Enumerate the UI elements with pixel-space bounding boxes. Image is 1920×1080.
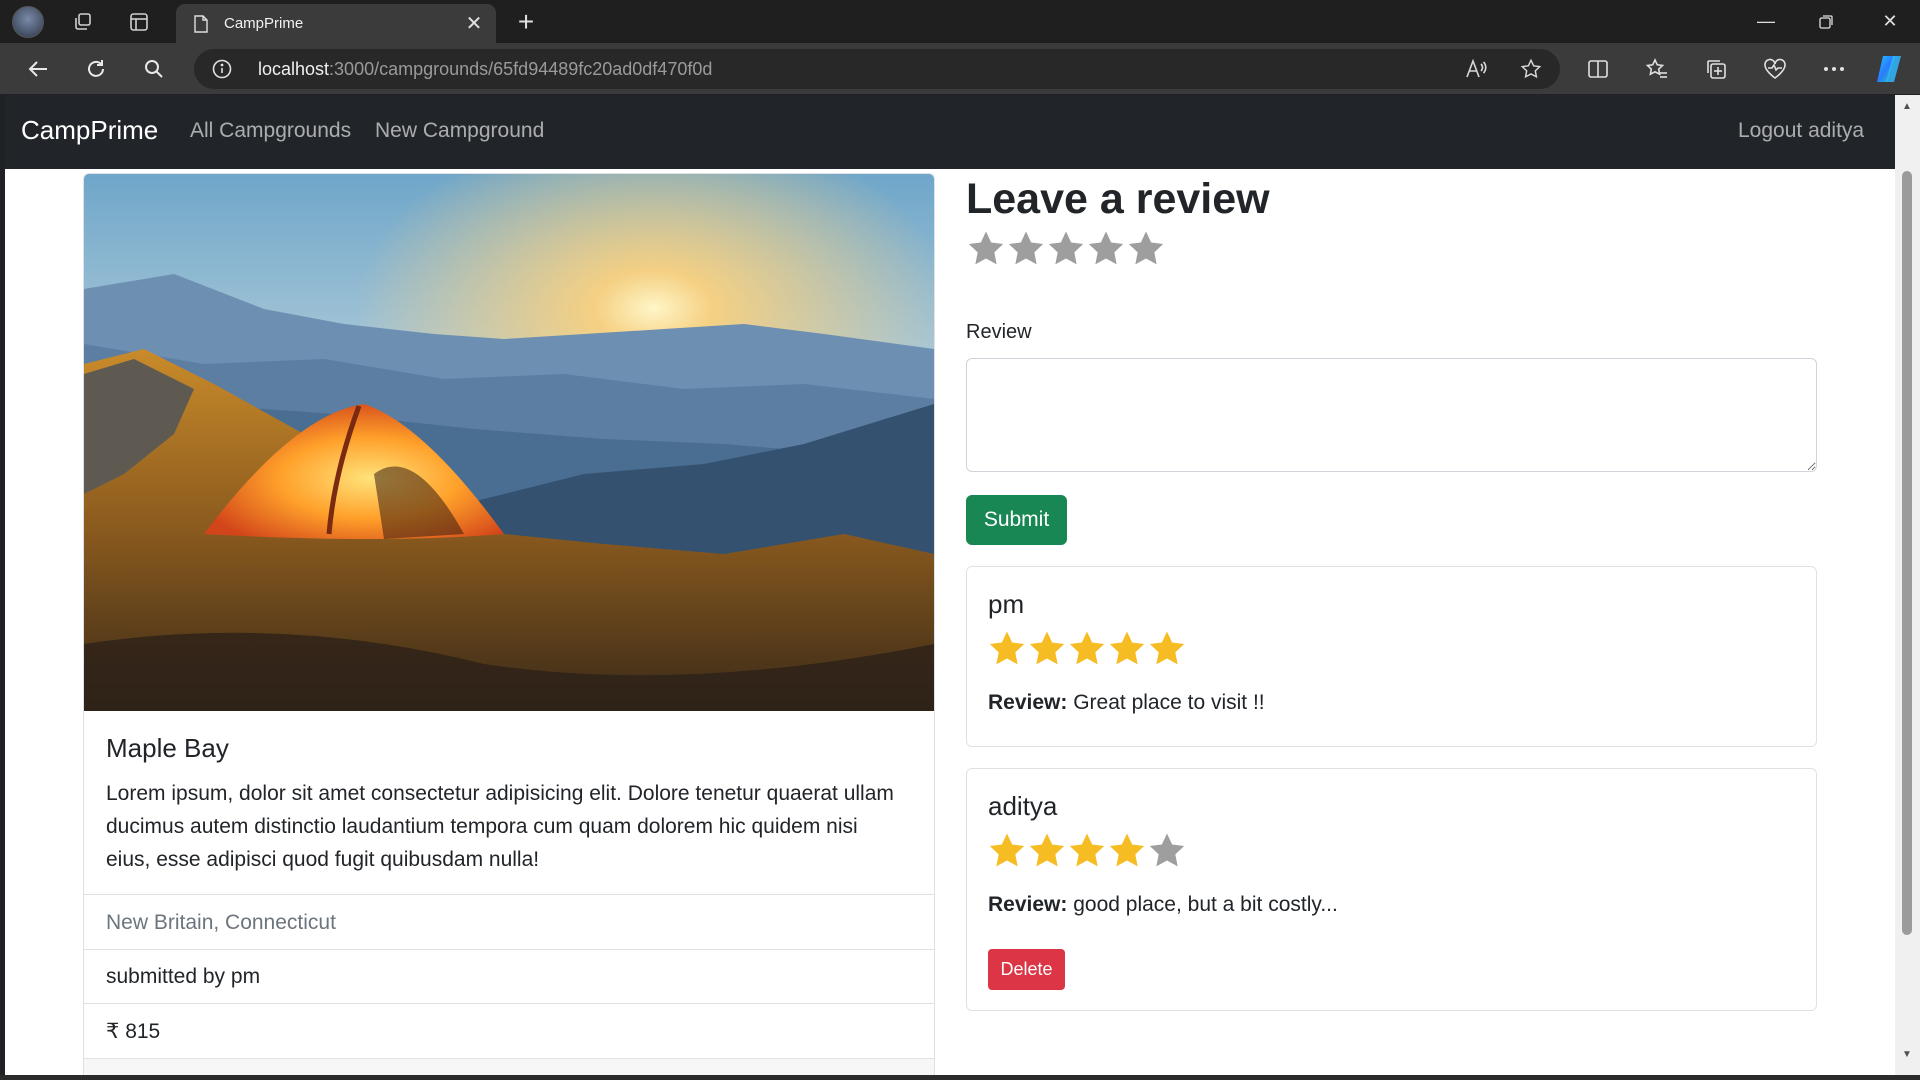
review-label: Review xyxy=(966,321,1032,343)
review-text-label: Review: xyxy=(988,893,1068,916)
browser-toolbar: localhost:3000/campgrounds/65fd94489fc20… xyxy=(0,43,1920,94)
search-icon[interactable] xyxy=(134,52,174,86)
collections-icon[interactable] xyxy=(1696,52,1736,86)
campground-location: New Britain, Connecticut xyxy=(84,894,934,949)
refresh-icon[interactable] xyxy=(76,52,116,86)
review-form-heading: Leave a review xyxy=(966,175,1270,223)
brand-link[interactable]: CampPrime xyxy=(21,115,158,146)
card-footer xyxy=(84,1058,934,1075)
star-empty-icon[interactable] xyxy=(1086,229,1126,269)
campground-submitted-by: submitted by pm xyxy=(84,949,934,1003)
campground-title: Maple Bay xyxy=(106,733,229,763)
scrollbar[interactable]: ▲ ▼ xyxy=(1895,95,1920,1075)
review-card: pm Review: Great place to visit !! xyxy=(966,566,1817,747)
review-rating xyxy=(987,831,1187,871)
review-text-label: Review: xyxy=(988,691,1068,714)
back-icon[interactable] xyxy=(18,52,58,86)
profile-icon[interactable] xyxy=(12,6,44,38)
url-host: localhost xyxy=(258,59,330,79)
scroll-up-icon[interactable]: ▲ xyxy=(1901,101,1913,113)
rating-input[interactable] xyxy=(966,229,1166,269)
delete-button[interactable]: Delete xyxy=(988,949,1065,990)
site-navbar: CampPrime All Campgrounds New Campground… xyxy=(5,95,1895,169)
browser-essentials-icon[interactable] xyxy=(1755,52,1795,86)
url-path: :3000/campgrounds/65fd94489fc20ad0df470f… xyxy=(329,59,713,79)
favorite-star-icon[interactable] xyxy=(1516,55,1546,83)
tab-actions-icon[interactable] xyxy=(122,6,156,38)
scrollbar-thumb[interactable] xyxy=(1902,171,1912,935)
close-icon[interactable]: ✕ xyxy=(460,10,488,38)
review-text: Review: good place, but a bit costly... xyxy=(988,893,1338,917)
star-filled-icon xyxy=(1109,631,1145,665)
campground-image xyxy=(84,174,934,711)
campground-card: Maple Bay Lorem ipsum, dolor sit amet co… xyxy=(83,173,935,1075)
new-tab-icon[interactable]: + xyxy=(510,6,542,38)
star-filled-icon xyxy=(1069,833,1105,867)
star-empty-icon[interactable] xyxy=(1046,229,1086,269)
copilot-icon[interactable] xyxy=(1870,52,1910,86)
nav-link-all-campgrounds[interactable]: All Campgrounds xyxy=(190,119,351,143)
nav-link-new-campground[interactable]: New Campground xyxy=(375,119,544,143)
review-textarea[interactable] xyxy=(966,358,1817,472)
review-rating xyxy=(987,629,1187,669)
review-text-body: good place, but a bit costly... xyxy=(1073,893,1338,916)
workspaces-icon[interactable] xyxy=(66,6,100,38)
review-text: Review: Great place to visit !! xyxy=(988,691,1265,715)
logout-link[interactable]: Logout aditya xyxy=(1738,119,1864,143)
review-card: aditya Review: good place, but a bit cos… xyxy=(966,768,1817,1011)
info-icon[interactable] xyxy=(212,59,232,79)
star-filled-icon xyxy=(1029,631,1065,665)
url-text[interactable]: localhost:3000/campgrounds/65fd94489fc20… xyxy=(258,59,712,80)
address-bar[interactable]: localhost:3000/campgrounds/65fd94489fc20… xyxy=(194,49,1560,89)
review-author: aditya xyxy=(988,791,1058,821)
star-filled-icon xyxy=(1029,833,1065,867)
scroll-down-icon[interactable]: ▼ xyxy=(1901,1049,1913,1061)
star-empty-icon[interactable] xyxy=(966,229,1006,269)
close-window-icon[interactable]: ✕ xyxy=(1860,0,1920,43)
minimize-icon[interactable]: — xyxy=(1736,0,1796,43)
star-empty-icon xyxy=(1149,833,1185,867)
browser-tab-bar: CampPrime ✕ + — ✕ xyxy=(0,0,1920,43)
star-filled-icon xyxy=(989,631,1025,665)
star-empty-icon[interactable] xyxy=(1006,229,1046,269)
tab-campprime[interactable]: CampPrime ✕ xyxy=(176,4,496,43)
restore-icon[interactable] xyxy=(1796,0,1856,43)
star-filled-icon xyxy=(1069,631,1105,665)
tab-title: CampPrime xyxy=(224,15,304,32)
submit-button[interactable]: Submit xyxy=(966,495,1067,545)
star-filled-icon xyxy=(989,833,1025,867)
page-viewport: CampPrime All Campgrounds New Campground… xyxy=(5,95,1895,1075)
more-icon[interactable] xyxy=(1814,52,1854,86)
read-aloud-icon[interactable] xyxy=(1461,55,1491,83)
star-filled-icon xyxy=(1109,833,1145,867)
favorites-icon[interactable] xyxy=(1637,52,1677,86)
review-author: pm xyxy=(988,589,1025,619)
campground-price: ₹ 815 xyxy=(84,1003,934,1058)
split-screen-icon[interactable] xyxy=(1578,52,1618,86)
campground-description: Lorem ipsum, dolor sit amet consectetur … xyxy=(106,782,894,871)
review-text-body: Great place to visit !! xyxy=(1073,691,1265,714)
star-filled-icon xyxy=(1149,631,1185,665)
window-bottom-edge xyxy=(0,1075,1920,1080)
page-icon xyxy=(194,14,208,33)
star-empty-icon[interactable] xyxy=(1126,229,1166,269)
